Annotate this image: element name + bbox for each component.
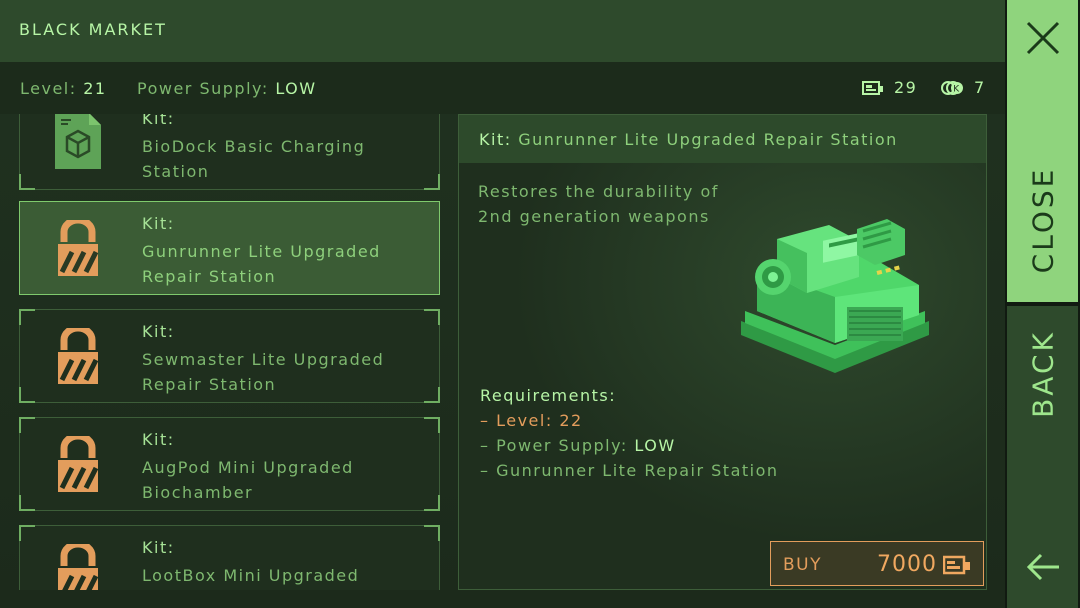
requirement-item: – Gunrunner Lite Repair Station [480, 461, 779, 480]
req-power-label: – Power Supply: [480, 436, 628, 455]
svg-text:K: K [953, 84, 960, 94]
back-button[interactable]: BACK [1007, 306, 1078, 608]
repair-station-image [741, 219, 929, 373]
lock-icon [58, 544, 99, 590]
detail-title: Kit: Gunrunner Lite Upgraded Repair Stat… [479, 130, 898, 149]
caps-value: 29 [894, 78, 918, 97]
lock-icon [58, 436, 99, 492]
requirements: Requirements: – Level: 22 – Power Supply… [480, 383, 779, 483]
kit-label: Kit: [142, 214, 175, 233]
list-item-selected[interactable]: Kit: Gunrunner Lite Upgraded Repair Stat… [19, 201, 440, 295]
close-button[interactable]: CLOSE [1007, 0, 1078, 302]
kit-list[interactable]: Kit: BioDock Basic Charging Station Kit:… [19, 114, 440, 590]
kit-label: Kit: [142, 538, 175, 557]
req-level-value: 22 [559, 411, 583, 430]
req-level-label: – Level: [480, 411, 553, 430]
power-supply: Power Supply: LOW [137, 79, 317, 98]
kit-name: BioDock Basic Charging Station [142, 137, 366, 181]
kit-label: Kit: [142, 430, 175, 449]
back-label: BACK [1026, 330, 1059, 418]
level-value: 21 [83, 79, 107, 98]
kit-name: AugPod Mini Upgraded Biochamber [142, 458, 354, 502]
caps-counter: 29 [862, 78, 917, 97]
level-label: Level: [20, 79, 77, 98]
kit-name: Sewmaster Lite Upgraded Repair Station [142, 350, 385, 394]
kit-schematic-icon [55, 114, 101, 169]
buy-price: 7000 [877, 552, 937, 577]
player-level: Level: 21 [20, 79, 107, 98]
kit-name: LootBox Mini Upgraded [142, 566, 360, 585]
list-item[interactable]: Kit: AugPod Mini Upgraded Biochamber [19, 417, 440, 511]
requirement-level: – Level: 22 [480, 408, 779, 433]
power-value: LOW [275, 79, 317, 98]
detail-panel: Kit: Gunrunner Lite Upgraded Repair Stat… [458, 114, 987, 590]
market-screen: BLACK MARKET Level: 21 Power Supply: LOW… [0, 0, 1005, 608]
detail-item-name: Gunrunner Lite Upgraded Repair Station [518, 130, 898, 149]
arrow-left-icon [1026, 553, 1059, 581]
list-item[interactable]: Kit: LootBox Mini Upgraded [19, 525, 440, 590]
req-power-value: LOW [634, 436, 676, 455]
list-item[interactable]: Kit: Sewmaster Lite Upgraded Repair Stat… [19, 309, 440, 403]
list-item[interactable]: Kit: BioDock Basic Charging Station [19, 114, 440, 190]
detail-kit-label: Kit: [479, 130, 512, 149]
token-counter: K 7 [940, 78, 986, 97]
buy-label: BUY [783, 555, 822, 575]
page-title: BLACK MARKET [19, 20, 167, 39]
item-description: Restores the durability of 2nd generatio… [478, 182, 719, 226]
close-icon [1026, 21, 1060, 55]
token-value: 7 [974, 78, 986, 97]
kit-label: Kit: [142, 322, 175, 341]
requirements-heading: Requirements: [480, 386, 617, 405]
token-icon: K [941, 80, 963, 95]
caps-icon [862, 80, 883, 95]
kit-label: Kit: [142, 114, 175, 128]
lock-icon [58, 220, 99, 276]
kit-name: Gunrunner Lite Upgraded Repair Station [142, 242, 381, 286]
caps-icon [943, 555, 970, 575]
requirement-power: – Power Supply: LOW [480, 433, 779, 458]
buy-button[interactable]: BUY 7000 [770, 541, 984, 586]
lock-icon [58, 328, 99, 384]
power-label: Power Supply: [137, 79, 269, 98]
close-label: CLOSE [1026, 166, 1059, 274]
